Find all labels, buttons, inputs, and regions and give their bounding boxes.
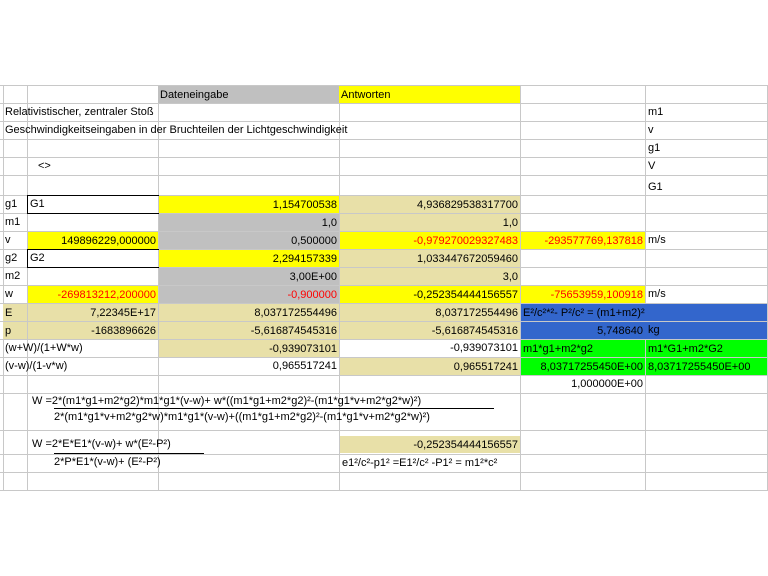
cell-F-w-unit: m/s <box>648 288 666 300</box>
cell-B-p[interactable]: -1683896626 <box>28 322 158 339</box>
row-label-m2: m2 <box>5 270 21 282</box>
row-label-w: w <box>5 288 13 300</box>
cell-C-w[interactable]: -0,900000 <box>159 286 339 303</box>
cell-B-g1[interactable]: G1 <box>28 195 47 213</box>
row-label-v-minus-w: (v-w)/(1-v*w) <box>5 360 68 372</box>
cell-C-E[interactable]: 8,037172554496 <box>159 304 339 321</box>
row-label-w-plus-W: (w+W)/(1+W*w) <box>5 342 83 354</box>
cell-C-v[interactable]: 0,500000 <box>159 232 339 249</box>
formula3: e1²/c²-p1² =E1²/c² -P1² = m1²*c² <box>342 457 498 469</box>
sheet-title: Relativistischer, zentraler Stoß <box>5 106 154 118</box>
cell-D-v[interactable]: -0,979270029327483 <box>340 232 520 249</box>
cell-D-r10[interactable]: 0,965517241 <box>340 358 520 375</box>
formula2-denominator: 2*P*E1*(v-w)+ (E²-P²) <box>54 456 161 468</box>
marker-cell[interactable]: <> <box>36 157 53 175</box>
spreadsheet-grid: Dateneingabe Antworten Relativistischer,… <box>0 0 768 576</box>
cell-B-v[interactable]: 149896229,000000 <box>28 232 158 249</box>
cell-D-E[interactable]: 8,037172554496 <box>340 304 520 321</box>
row-label-v: v <box>5 234 11 246</box>
cell-C-m1[interactable]: 1,0 <box>159 214 339 231</box>
row-label-g2: g2 <box>5 252 18 264</box>
cell-B-g2[interactable]: G2 <box>28 249 47 267</box>
side-label-g1: g1 <box>648 142 661 154</box>
header-input[interactable]: Dateneingabe <box>158 86 339 103</box>
side-label-m1: m1 <box>648 106 664 118</box>
cell-B-E[interactable]: 7,22345E+17 <box>28 304 158 321</box>
cell-F-p-unit: kg <box>648 324 660 336</box>
cell-C-g2[interactable]: 2,294157339 <box>159 250 339 267</box>
formula1-denominator: 2*(m1*g1*v+m2*g2*w)*m1*g1*(v-w)+((m1*g1+… <box>54 411 430 423</box>
cell-C-r9[interactable]: -0,939073101 <box>159 340 339 357</box>
cell-C-m2[interactable]: 3,00E+00 <box>159 268 339 285</box>
cell-D-w[interactable]: -0,252354444156557 <box>340 286 520 303</box>
header-answers[interactable]: Antworten <box>339 86 520 103</box>
cell-B-w[interactable]: -269813212,200000 <box>28 286 158 303</box>
cell-C-r10[interactable]: 0,965517241 <box>159 357 339 375</box>
cell-C-p[interactable]: -5,616874545316 <box>159 322 339 339</box>
cell-D-m1[interactable]: 1,0 <box>340 214 520 231</box>
row-label-E: E <box>3 304 27 321</box>
sheet-subtitle: Geschwindigkeitseingaben in der Bruchtei… <box>5 124 348 136</box>
cell-C-g1[interactable]: 1,154700538 <box>159 196 339 213</box>
formula2-numerator: W =2*E*E1*(v-w)+ w*(E²-P²) <box>32 438 171 450</box>
cell-D-g1[interactable]: 4,936829538317700 <box>340 196 520 213</box>
cell-E-r11[interactable]: 1,000000E+00 <box>521 375 645 393</box>
cell-E-v[interactable]: -293577769,137818 <box>521 232 645 249</box>
formula1-numerator: W =2*(m1*g1+m2*g2)*m1*g1*(v-w)+ w*((m1*g… <box>32 395 422 407</box>
row-label-m1: m1 <box>5 216 21 228</box>
cell-F-v-unit: m/s <box>648 234 666 246</box>
cell-E-E[interactable]: E²/c²*²- P²/c² = (m1+m2)² <box>521 304 767 321</box>
side-label-V: V <box>648 160 656 172</box>
cell-F-p-bg <box>645 322 767 339</box>
side-label-G1: G1 <box>648 181 663 193</box>
side-label-v: v <box>648 124 654 136</box>
cell-F-r9[interactable]: m1*G1+m2*G2 <box>646 340 767 357</box>
cell-F-r10[interactable]: 8,03717255450E+00 <box>646 358 767 375</box>
row-label-p: p <box>3 322 27 339</box>
cell-D-r9[interactable]: -0,939073101 <box>340 339 520 357</box>
cell-E-r10[interactable]: 8,03717255450E+00 <box>521 358 645 375</box>
cell-E-w[interactable]: -75653959,100918 <box>521 286 645 303</box>
cell-D-p[interactable]: -5,616874545316 <box>340 322 520 339</box>
cell-D-g2[interactable]: 1,033447672059460 <box>340 250 520 267</box>
formula2-result[interactable]: -0,252354444156557 <box>340 436 520 453</box>
cell-E-p[interactable]: 5,748640 <box>521 322 645 339</box>
cell-E-r9[interactable]: m1*g1+m2*g2 <box>521 340 645 357</box>
row-label-g1: g1 <box>5 198 18 210</box>
cell-D-m2[interactable]: 3,0 <box>340 268 520 285</box>
